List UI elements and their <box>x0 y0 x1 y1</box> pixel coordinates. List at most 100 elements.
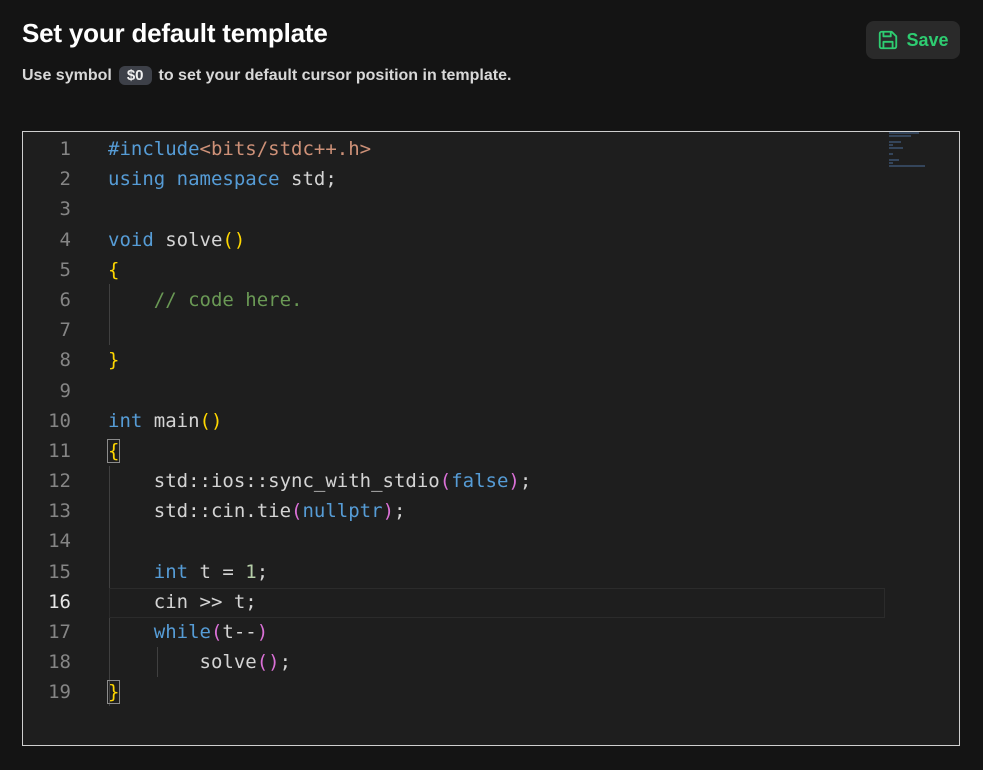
code-token: () <box>222 228 246 251</box>
code-line[interactable]: 5{ <box>23 255 959 285</box>
hint-text-before: Use symbol <box>22 66 112 84</box>
code-token: ( <box>439 470 452 493</box>
code-token: 1 <box>245 560 257 583</box>
code-line[interactable]: 11 { <box>23 436 959 466</box>
code-line[interactable]: 13 std::cin.tie(nullptr); <box>23 496 959 526</box>
code-token: () <box>199 409 223 432</box>
code-text: cin >> t; <box>108 587 257 617</box>
line-number: 7 <box>59 319 71 342</box>
code-line[interactable]: 2 using namespace std; <box>23 164 959 194</box>
code-token: int <box>108 409 143 432</box>
line-number: 19 <box>48 681 71 704</box>
code-token: namespace <box>176 168 280 191</box>
line-number: 4 <box>59 228 71 251</box>
code-text: std::ios::sync_with_stdio(false); <box>108 466 532 496</box>
code-token: false <box>451 470 509 493</box>
code-line[interactable]: 14 <box>23 526 959 556</box>
code-text: int t = 1; <box>108 557 268 587</box>
code-token: ; <box>519 470 532 493</box>
code-token: ( <box>210 621 223 643</box>
code-token: solve <box>153 228 223 251</box>
code-line[interactable]: 12 std::ios::sync_with_stdio(false); <box>23 466 959 496</box>
line-number: 17 <box>48 621 71 643</box>
code-text: solve(); <box>108 647 292 677</box>
page-title: Set your default template <box>22 18 328 48</box>
code-token: void <box>108 228 154 251</box>
line-number: 12 <box>48 470 71 493</box>
template-hint: Use symbol $0 to set your default cursor… <box>22 66 511 85</box>
line-number: 9 <box>59 379 71 402</box>
code-line[interactable]: 18 solve(); <box>23 647 959 677</box>
hint-text-after: to set your default cursor position in t… <box>158 66 512 84</box>
code-line[interactable]: 1 #include<bits/stdc++.h> <box>23 134 959 164</box>
code-text: // code here. <box>108 285 303 315</box>
code-lines: 1 #include<bits/stdc++.h> 2 using namespace… <box>23 134 959 708</box>
line-number: 11 <box>48 439 71 462</box>
code-token: #include <box>108 138 200 160</box>
code-line[interactable]: 19} <box>23 677 959 707</box>
code-token: using <box>108 168 166 191</box>
code-text: int main() <box>108 406 222 436</box>
code-token: nullptr <box>302 500 383 523</box>
line-number: 13 <box>48 500 71 523</box>
code-token: ; <box>256 560 269 583</box>
code-token: { <box>106 438 121 463</box>
code-line[interactable]: 15 int t = 1; <box>23 557 959 587</box>
code-token: while <box>153 621 211 643</box>
line-number: 14 <box>48 530 71 553</box>
code-text: } <box>106 677 121 707</box>
code-token: t-- <box>222 621 257 643</box>
code-line[interactable]: 7 <box>23 315 959 345</box>
code-text: } <box>108 345 119 375</box>
code-token: ; <box>394 500 406 523</box>
code-token: () <box>256 651 280 674</box>
code-line[interactable]: 10 int main() <box>23 406 959 436</box>
code-token: std; <box>279 168 337 191</box>
code-token: std::cin.tie <box>108 500 292 523</box>
code-token: cin >> t; <box>108 590 257 613</box>
code-text: #include<bits/stdc++.h> <box>108 134 371 164</box>
code-token: ; <box>279 651 292 674</box>
code-line[interactable]: 17 while(t--) <box>23 617 959 647</box>
line-number: 15 <box>48 560 71 583</box>
code-line[interactable]: 9 <box>23 376 959 406</box>
line-number: 5 <box>59 258 71 281</box>
line-number: 1 <box>59 138 71 160</box>
code-token: <bits/stdc++.h> <box>199 138 372 160</box>
cursor-symbol-badge: $0 <box>118 66 152 85</box>
code-token: ) <box>256 621 269 643</box>
code-token: ( <box>291 500 303 523</box>
code-token: } <box>108 349 120 372</box>
code-token: } <box>106 680 121 705</box>
save-button-label: Save <box>906 29 949 50</box>
code-text: void solve() <box>108 225 245 255</box>
code-token: main <box>142 409 200 432</box>
code-token: std::ios::sync_with_stdio <box>108 470 440 493</box>
code-line[interactable]: 4 void solve() <box>23 225 959 255</box>
save-button[interactable]: Save <box>866 21 960 59</box>
code-line[interactable]: 3 <box>23 194 959 224</box>
line-number: 6 <box>59 288 71 311</box>
save-icon <box>877 29 899 51</box>
code-text: using namespace std; <box>108 164 337 194</box>
code-line[interactable]: 8} <box>23 345 959 375</box>
code-token: ) <box>382 500 395 523</box>
code-text: while(t--) <box>108 617 268 647</box>
code-token: // code here. <box>153 288 303 311</box>
code-token: t = <box>188 560 246 583</box>
code-editor[interactable]: 1 #include<bits/stdc++.h> 2 using namespace… <box>22 131 960 746</box>
code-text: std::cin.tie(nullptr); <box>108 496 406 526</box>
line-number: 10 <box>48 409 71 432</box>
code-line[interactable]: 6 // code here. <box>23 285 959 315</box>
code-token: ) <box>508 470 520 493</box>
code-line[interactable]: 16 cin >> t; <box>23 587 959 618</box>
line-number: 16 <box>48 590 71 613</box>
line-number: 8 <box>59 349 71 372</box>
code-token: int <box>153 560 189 583</box>
code-text: { <box>106 436 121 466</box>
line-number: 2 <box>59 168 71 191</box>
